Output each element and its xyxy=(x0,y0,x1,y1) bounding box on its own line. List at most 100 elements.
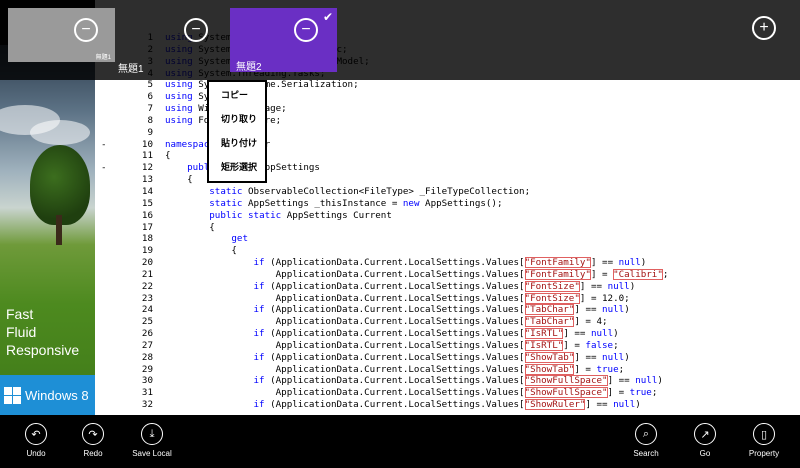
code-line[interactable]: 13 { xyxy=(95,174,668,186)
tab-label[interactable]: 無題2 xyxy=(236,58,262,73)
code-line[interactable]: 15 static AppSettings _thisInstance = ne… xyxy=(95,198,668,210)
undo-icon: ↶ xyxy=(25,423,47,445)
code-line[interactable]: 6using System.IO; xyxy=(95,91,668,103)
fold-gutter xyxy=(95,91,107,103)
redo-button[interactable]: ↷ Redo xyxy=(63,423,123,458)
code-text[interactable]: if (ApplicationData.Current.LocalSetting… xyxy=(165,257,646,269)
go-icon: ↗ xyxy=(694,423,716,445)
code-text[interactable]: { xyxy=(165,174,193,186)
fold-toggle-icon[interactable]: - xyxy=(95,162,107,174)
close-tab-icon[interactable]: − xyxy=(74,18,98,42)
search-button[interactable]: ⌕ Search xyxy=(616,423,676,458)
code-text[interactable]: if (ApplicationData.Current.LocalSetting… xyxy=(165,328,619,340)
code-text[interactable]: static ObservableCollection<FileType> _F… xyxy=(165,186,530,198)
line-number: 6 xyxy=(147,91,153,103)
fold-gutter xyxy=(95,222,107,234)
fold-gutter xyxy=(95,150,107,162)
code-line[interactable]: 30 if (ApplicationData.Current.LocalSett… xyxy=(95,375,668,387)
menu-item-cut[interactable]: 切り取り xyxy=(209,106,265,130)
fold-gutter xyxy=(95,210,107,222)
code-line[interactable]: 14 static ObservableCollection<FileType>… xyxy=(95,186,668,198)
code-text[interactable]: ApplicationData.Current.LocalSettings.Va… xyxy=(165,292,630,305)
windows-brand: Windows 8 xyxy=(0,375,95,415)
line-number: 15 xyxy=(141,197,153,209)
line-number: 14 xyxy=(141,185,153,197)
fold-gutter xyxy=(95,115,107,127)
code-text[interactable]: ApplicationData.Current.LocalSettings.Va… xyxy=(165,387,657,399)
property-button[interactable]: ▯ Property xyxy=(734,423,794,458)
save-local-button[interactable]: ⤓ Save Local xyxy=(122,423,182,458)
go-button[interactable]: ↗ Go xyxy=(675,423,735,458)
code-text[interactable]: get xyxy=(165,233,248,245)
code-line[interactable]: 28 if (ApplicationData.Current.LocalSett… xyxy=(95,351,668,364)
code-line[interactable]: 7using Windows.Storage; xyxy=(95,103,668,115)
tab-untitled-2[interactable]: − ✔ 無題2 xyxy=(230,8,337,73)
code-line[interactable]: 25 ApplicationData.Current.LocalSettings… xyxy=(95,316,668,328)
code-line[interactable]: 17 { xyxy=(95,222,668,234)
code-text[interactable]: ApplicationData.Current.LocalSettings.Va… xyxy=(165,316,608,328)
add-tab-icon[interactable]: + xyxy=(752,16,776,40)
redo-icon: ↷ xyxy=(82,423,104,445)
code-line[interactable]: 16 public static AppSettings Current xyxy=(95,210,668,222)
code-line[interactable]: 32 if (ApplicationData.Current.LocalSett… xyxy=(95,399,668,411)
code-line[interactable]: 23 ApplicationData.Current.LocalSettings… xyxy=(95,292,668,305)
code-line[interactable]: 27 ApplicationData.Current.LocalSettings… xyxy=(95,339,668,352)
code-line[interactable]: 18 get xyxy=(95,233,668,245)
code-text[interactable]: ApplicationData.Current.LocalSettings.Va… xyxy=(165,363,624,376)
code-text[interactable]: { xyxy=(165,245,237,257)
tab-untitled-1-extra[interactable]: − xyxy=(122,8,229,72)
close-tab-icon[interactable]: − xyxy=(184,18,208,42)
undo-button[interactable]: ↶ Undo xyxy=(6,423,66,458)
line-number: 17 xyxy=(141,221,153,233)
code-text[interactable]: if (ApplicationData.Current.LocalSetting… xyxy=(165,304,630,316)
fold-gutter xyxy=(95,186,107,198)
code-line[interactable]: 19 { xyxy=(95,245,668,257)
code-line[interactable]: 26 if (ApplicationData.Current.LocalSett… xyxy=(95,328,668,340)
fold-gutter xyxy=(95,127,107,139)
code-text[interactable]: if (ApplicationData.Current.LocalSetting… xyxy=(165,399,641,411)
code-text[interactable]: ApplicationData.Current.LocalSettings.Va… xyxy=(165,339,619,352)
code-text[interactable]: if (ApplicationData.Current.LocalSetting… xyxy=(165,351,630,364)
fold-gutter xyxy=(95,269,107,281)
search-icon: ⌕ xyxy=(635,423,657,445)
promo-tagline: Fast Fluid Responsive xyxy=(6,305,79,359)
code-text[interactable]: if (ApplicationData.Current.LocalSetting… xyxy=(165,280,635,293)
menu-item-box-select[interactable]: 矩形選択 xyxy=(209,154,265,178)
code-line[interactable]: 24 if (ApplicationData.Current.LocalSett… xyxy=(95,304,668,316)
code-text[interactable]: static AppSettings _thisInstance = new A… xyxy=(165,198,502,210)
code-line[interactable]: 29 ApplicationData.Current.LocalSettings… xyxy=(95,363,668,376)
context-menu: コピー 切り取り 貼り付け 矩形選択 xyxy=(207,80,267,183)
code-line[interactable]: -10namespace FooEditor xyxy=(95,139,668,151)
line-number: 22 xyxy=(141,280,153,292)
menu-item-paste[interactable]: 貼り付け xyxy=(209,130,265,154)
tab-untitled-1[interactable]: − 無題1 無題1 xyxy=(8,8,144,75)
code-area[interactable]: 1using System;2using System.Collections.… xyxy=(95,32,668,411)
line-number: 26 xyxy=(141,328,153,340)
fold-toggle-icon[interactable]: - xyxy=(95,139,107,151)
code-text[interactable]: { xyxy=(165,222,215,234)
code-line[interactable]: 20 if (ApplicationData.Current.LocalSett… xyxy=(95,257,668,269)
tab-thumbnail[interactable]: − 無題1 xyxy=(8,8,115,62)
code-text[interactable]: public static AppSettings Current xyxy=(165,210,392,222)
code-line[interactable]: 8using FooEditor.Core; xyxy=(95,115,668,127)
close-tab-icon[interactable]: − xyxy=(294,18,318,42)
line-number: 30 xyxy=(141,375,153,387)
code-line[interactable]: 22 if (ApplicationData.Current.LocalSett… xyxy=(95,280,668,293)
menu-item-copy[interactable]: コピー xyxy=(209,82,265,106)
promo-line: Responsive xyxy=(6,342,80,358)
code-line[interactable]: 21 ApplicationData.Current.LocalSettings… xyxy=(95,268,668,281)
code-text[interactable]: ApplicationData.Current.LocalSettings.Va… xyxy=(165,268,668,281)
code-line[interactable]: 5 using System.Runtime.Serialization; xyxy=(95,79,668,91)
code-text[interactable]: if (ApplicationData.Current.LocalSetting… xyxy=(165,375,663,387)
line-number: 7 xyxy=(147,103,153,115)
tab-thumbnail-selected[interactable]: − ✔ 無題2 xyxy=(230,8,337,73)
tree-trunk-decoration xyxy=(56,215,62,245)
fold-gutter xyxy=(95,352,107,364)
line-number: 18 xyxy=(141,233,153,245)
code-text[interactable]: { xyxy=(165,150,171,162)
code-line[interactable]: -12 public class AppSettings xyxy=(95,162,668,174)
code-line[interactable]: 11 { xyxy=(95,150,668,162)
code-line[interactable]: 31 ApplicationData.Current.LocalSettings… xyxy=(95,387,668,399)
code-line[interactable]: 9 xyxy=(95,127,668,139)
fold-gutter xyxy=(95,399,107,411)
